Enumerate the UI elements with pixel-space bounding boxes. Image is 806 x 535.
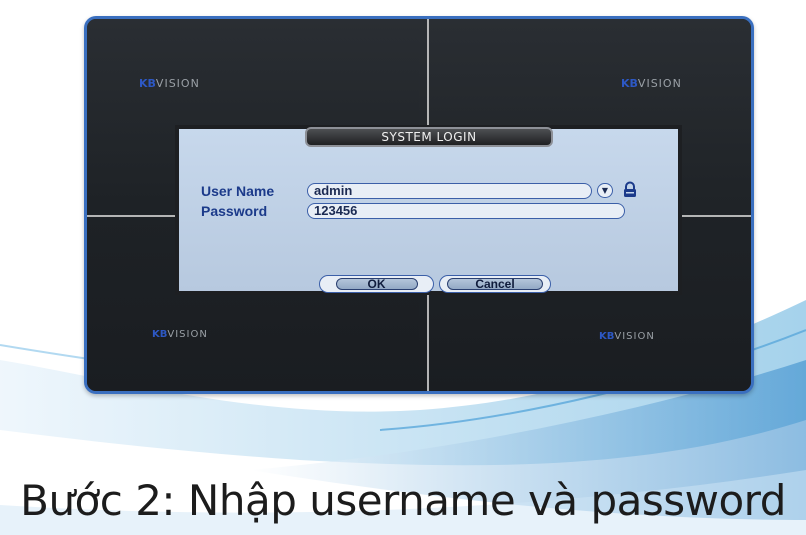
username-field[interactable]: admin — [307, 183, 592, 199]
tutorial-caption: Bước 2: Nhập username và password — [20, 476, 786, 525]
brand-logo-bottom-left: KBVISION — [152, 329, 208, 340]
password-label: Password — [201, 203, 268, 219]
ok-button[interactable]: OK — [319, 275, 434, 293]
username-dropdown-button[interactable]: ▼ — [597, 183, 613, 198]
password-field[interactable]: 123456 — [307, 203, 625, 219]
ok-button-label: OK — [335, 278, 418, 290]
lock-icon[interactable] — [621, 181, 639, 199]
dvr-screenshot-frame: KBVISION KBVISION KBVISION KBVISION SYST… — [84, 16, 754, 394]
brand-logo-bottom-right: KBVISION — [599, 331, 655, 342]
dialog-body: SYSTEM LOGIN User Name admin ▼ Password … — [179, 127, 678, 293]
username-label: User Name — [201, 183, 275, 199]
chevron-down-icon: ▼ — [601, 186, 609, 195]
dialog-titlebar: SYSTEM LOGIN — [305, 127, 553, 147]
cancel-button[interactable]: Cancel — [439, 275, 551, 293]
cancel-button-label: Cancel — [447, 278, 543, 290]
dvr-screen: KBVISION KBVISION KBVISION KBVISION SYST… — [87, 19, 751, 391]
system-login-dialog: SYSTEM LOGIN User Name admin ▼ Password … — [175, 125, 682, 295]
brand-logo-top-left: KBVISION — [139, 77, 200, 90]
dialog-title: SYSTEM LOGIN — [381, 130, 477, 144]
brand-logo-top-right: KBVISION — [621, 77, 682, 90]
